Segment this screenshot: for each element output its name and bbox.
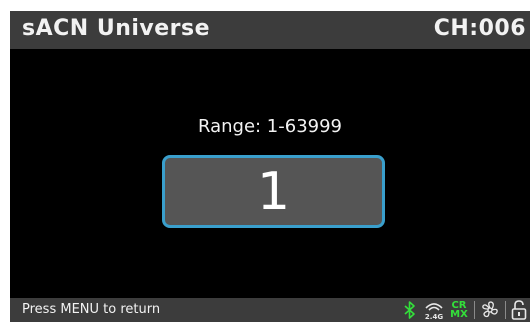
device-screen: sACN Universe CH:006 Range: 1-63999 1 Pr…	[10, 11, 530, 322]
status-icons: 2.4G CR MX	[402, 298, 530, 322]
separator	[474, 301, 475, 319]
page-title: sACN Universe	[22, 16, 211, 41]
fan-icon	[479, 298, 501, 322]
footer-bar: Press MENU to return 2.4G CR MX	[10, 298, 530, 322]
return-hint: Press MENU to return	[22, 302, 161, 317]
universe-value-field[interactable]: 1	[162, 155, 385, 228]
channel-indicator: CH:006	[433, 16, 526, 41]
crmx-icon: CR MX	[450, 301, 468, 320]
unlock-icon	[510, 298, 528, 322]
wireless-band-label: 2.4G	[425, 313, 443, 321]
crmx-label-bottom: MX	[450, 309, 468, 320]
header-bar: sACN Universe CH:006	[10, 11, 530, 49]
range-label: Range: 1-63999	[197, 116, 343, 137]
separator	[505, 301, 506, 319]
universe-value: 1	[256, 161, 291, 222]
bluetooth-icon	[402, 298, 418, 322]
wireless-2.4g-icon: 2.4G	[422, 298, 446, 322]
